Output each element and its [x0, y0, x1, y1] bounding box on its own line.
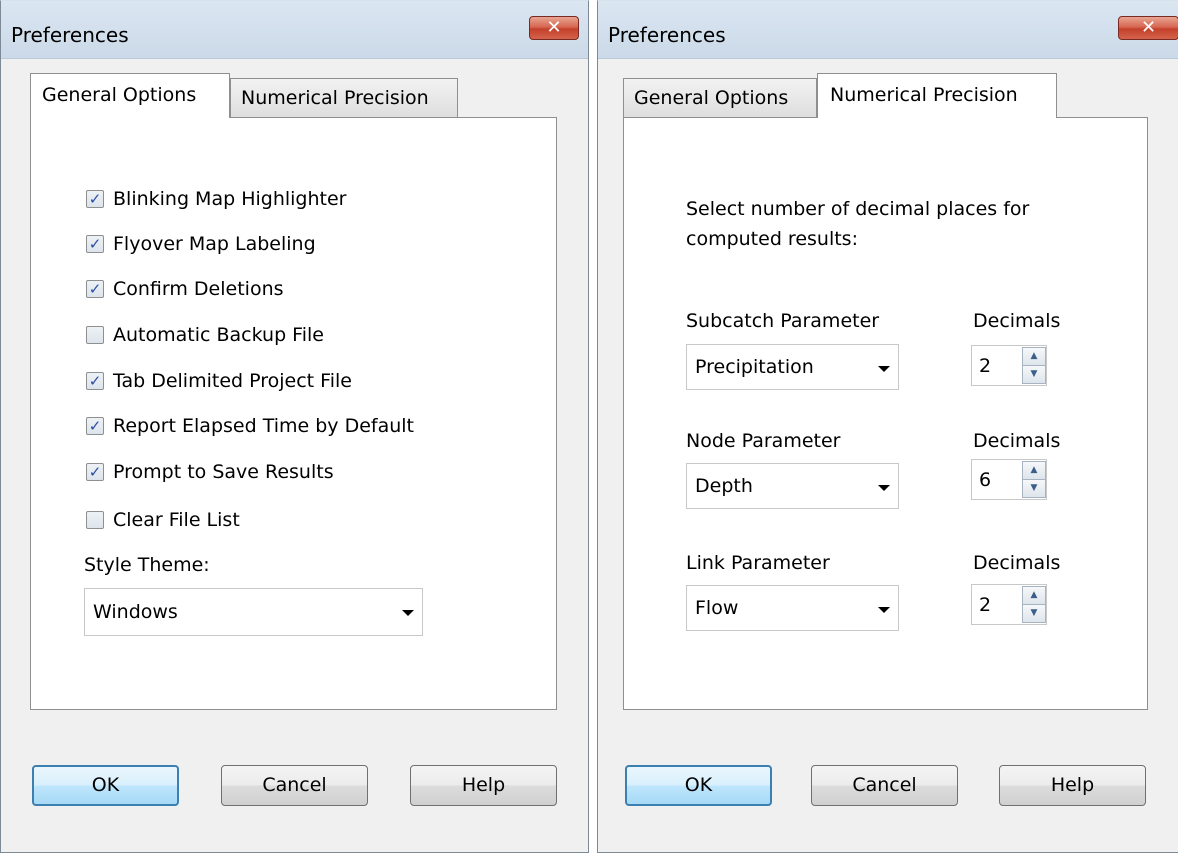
numerical-precision-panel: Select number of decimal places for comp…: [623, 117, 1148, 710]
chevron-down-icon: [878, 607, 890, 613]
check-icon: ✓: [88, 235, 102, 253]
subcatch-parameter-label: Subcatch Parameter: [686, 310, 880, 332]
checkbox-confirm-deletions[interactable]: ✓ Confirm Deletions: [86, 277, 284, 301]
spin-up-icon[interactable]: ▲: [1022, 461, 1046, 480]
link-parameter-value: Flow: [695, 597, 739, 619]
checkbox-label: Prompt to Save Results: [113, 461, 334, 483]
checkbox-automatic-backup-file[interactable]: Automatic Backup File: [86, 323, 324, 347]
style-theme-dropdown[interactable]: Windows: [84, 588, 423, 636]
tab-numerical-precision[interactable]: Numerical Precision: [817, 73, 1057, 118]
close-button[interactable]: ✕: [1118, 16, 1178, 40]
title-bar[interactable]: Preferences ✕: [598, 1, 1178, 59]
check-icon: ✓: [88, 417, 102, 435]
checkbox-box[interactable]: ✓: [86, 417, 104, 435]
checkbox-box[interactable]: ✓: [86, 372, 104, 390]
node-parameter-value: Depth: [695, 475, 753, 497]
spin-down-icon[interactable]: ▼: [1022, 604, 1046, 623]
checkbox-box[interactable]: ✓: [86, 190, 104, 208]
ok-button[interactable]: OK: [625, 765, 772, 806]
link-decimals-spinner[interactable]: 2 ▲ ▼: [971, 584, 1047, 625]
dialog-title: Preferences: [11, 23, 129, 47]
node-decimals-value: 6: [979, 469, 992, 491]
cancel-button[interactable]: Cancel: [221, 765, 368, 806]
node-decimals-label: Decimals: [973, 430, 1061, 452]
checkbox-box[interactable]: [86, 511, 104, 529]
checkbox-box[interactable]: [86, 326, 104, 344]
link-parameter-dropdown[interactable]: Flow: [686, 585, 899, 631]
checkbox-box[interactable]: ✓: [86, 280, 104, 298]
chevron-down-icon: [402, 610, 414, 616]
checkbox-blinking-map-highlighter[interactable]: ✓ Blinking Map Highlighter: [86, 187, 346, 211]
title-bar[interactable]: Preferences ✕: [1, 1, 588, 59]
tab-general-options[interactable]: General Options: [623, 78, 817, 118]
checkbox-report-elapsed-time[interactable]: ✓ Report Elapsed Time by Default: [86, 414, 414, 438]
checkbox-label: Automatic Backup File: [113, 324, 324, 346]
check-icon: ✓: [88, 372, 102, 390]
subcatch-parameter-dropdown[interactable]: Precipitation: [686, 344, 899, 390]
checkbox-clear-file-list[interactable]: Clear File List: [86, 508, 240, 532]
help-button[interactable]: Help: [410, 765, 557, 806]
cancel-button[interactable]: Cancel: [811, 765, 958, 806]
style-theme-value: Windows: [93, 601, 178, 623]
chevron-down-icon: [878, 485, 890, 491]
subcatch-decimals-label: Decimals: [973, 310, 1061, 332]
ok-button[interactable]: OK: [32, 765, 179, 806]
node-parameter-label: Node Parameter: [686, 430, 841, 452]
preferences-dialog-precision: Preferences ✕ General Options Numerical …: [597, 0, 1178, 853]
spin-up-icon[interactable]: ▲: [1022, 347, 1046, 366]
checkbox-label: Blinking Map Highlighter: [113, 188, 347, 210]
spin-down-icon[interactable]: ▼: [1022, 365, 1046, 384]
node-decimals-spinner[interactable]: 6 ▲ ▼: [971, 459, 1047, 500]
link-decimals-value: 2: [979, 594, 992, 616]
preferences-dialog-general: Preferences ✕ General Options Numerical …: [0, 0, 589, 853]
subcatch-decimals-value: 2: [979, 355, 992, 377]
checkbox-label: Clear File List: [113, 509, 240, 531]
subcatch-decimals-spinner[interactable]: 2 ▲ ▼: [971, 345, 1047, 386]
checkbox-box[interactable]: ✓: [86, 463, 104, 481]
style-theme-label: Style Theme:: [84, 554, 210, 576]
tab-numerical-precision[interactable]: Numerical Precision: [230, 78, 458, 118]
checkbox-flyover-map-labeling[interactable]: ✓ Flyover Map Labeling: [86, 232, 316, 256]
checkbox-box[interactable]: ✓: [86, 235, 104, 253]
tab-general-options[interactable]: General Options: [30, 73, 230, 118]
dialog-title: Preferences: [608, 23, 726, 47]
checkbox-prompt-to-save-results[interactable]: ✓ Prompt to Save Results: [86, 460, 334, 484]
chevron-down-icon: [878, 366, 890, 372]
node-parameter-dropdown[interactable]: Depth: [686, 463, 899, 509]
help-button[interactable]: Help: [999, 765, 1146, 806]
checkbox-label: Report Elapsed Time by Default: [113, 415, 415, 437]
instruction-text-line1: Select number of decimal places for: [686, 198, 1030, 220]
subcatch-parameter-value: Precipitation: [695, 356, 814, 378]
link-parameter-label: Link Parameter: [686, 552, 830, 574]
check-icon: ✓: [88, 280, 102, 298]
spin-up-icon[interactable]: ▲: [1022, 586, 1046, 605]
check-icon: ✓: [88, 463, 102, 481]
general-options-panel: ✓ Blinking Map Highlighter ✓ Flyover Map…: [30, 117, 557, 710]
instruction-text-line2: computed results:: [686, 228, 858, 250]
checkbox-tab-delimited-project-file[interactable]: ✓ Tab Delimited Project File: [86, 369, 352, 393]
checkbox-label: Tab Delimited Project File: [113, 370, 352, 392]
link-decimals-label: Decimals: [973, 552, 1061, 574]
checkbox-label: Flyover Map Labeling: [113, 233, 316, 255]
check-icon: ✓: [88, 190, 102, 208]
checkbox-label: Confirm Deletions: [113, 278, 284, 300]
spin-down-icon[interactable]: ▼: [1022, 479, 1046, 498]
close-button[interactable]: ✕: [529, 16, 579, 40]
